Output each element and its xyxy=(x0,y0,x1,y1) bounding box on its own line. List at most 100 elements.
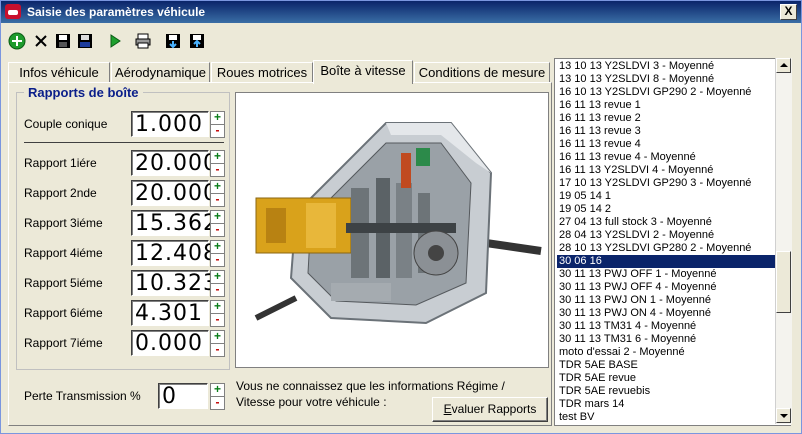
list-item[interactable]: TDR 5AE revuebis xyxy=(557,385,775,398)
tab-roues-motrices[interactable]: Roues motrices xyxy=(211,62,313,83)
print-button[interactable] xyxy=(132,30,154,52)
rapport-6-field[interactable]: 4.301 xyxy=(131,300,209,326)
list-item[interactable]: TDR 5AE revue xyxy=(557,372,775,385)
list-item[interactable]: 30 11 13 PWJ ON 1 - Moyenné xyxy=(557,294,775,307)
export-button[interactable] xyxy=(186,30,208,52)
list-scrollbar[interactable] xyxy=(775,58,792,424)
rapport-7-label: Rapport 7iéme xyxy=(24,336,103,350)
rapport-5-field[interactable]: 10.323 xyxy=(131,270,217,296)
list-item[interactable]: 28 10 13 Y2SLDVI GP280 2 - Moyenné xyxy=(557,242,775,255)
rapport-6-spinner: + - xyxy=(210,300,225,327)
couple-conique-field[interactable]: 1.000 xyxy=(131,111,209,137)
scroll-thumb[interactable] xyxy=(776,251,791,313)
decrement-button[interactable]: - xyxy=(210,313,225,327)
add-icon xyxy=(8,32,26,50)
delete-icon xyxy=(35,35,47,47)
import-button[interactable] xyxy=(162,30,184,52)
decrement-button[interactable]: - xyxy=(210,193,225,207)
car-app-icon xyxy=(5,4,21,19)
list-item[interactable]: 16 11 13 revue 2 xyxy=(557,112,775,125)
rapport-2-label: Rapport 2nde xyxy=(24,186,97,200)
list-item[interactable]: 30 06 16 xyxy=(557,255,775,268)
decrement-button[interactable]: - xyxy=(210,124,225,138)
run-button[interactable] xyxy=(104,30,126,52)
list-item[interactable]: 30 11 13 TM31 6 - Moyenné xyxy=(557,333,775,346)
rapport-3-field[interactable]: 15.362 xyxy=(131,210,217,236)
tab-aerodynamique[interactable]: Aérodynamique xyxy=(111,62,210,83)
perte-transmission-field[interactable]: 0 xyxy=(158,383,208,409)
rapport-1-field[interactable]: 20.000 xyxy=(131,150,217,176)
perte-transmission-label: Perte Transmission % xyxy=(24,389,141,403)
list-item[interactable]: test BV xyxy=(557,411,775,424)
list-item[interactable]: 13 10 13 Y2SLDVI 3 - Moyenné xyxy=(557,60,775,73)
rapport-3-spinner: + - xyxy=(210,210,225,237)
evaluer-rapports-button[interactable]: Evaluer Rapports xyxy=(432,397,548,422)
save-all-button[interactable] xyxy=(74,30,96,52)
print-icon xyxy=(135,33,151,49)
run-icon xyxy=(110,34,121,48)
list-item[interactable]: 30 11 13 PWJ OFF 1 - Moyenné xyxy=(557,268,775,281)
tab-bar: Infos véhicule Aérodynamique Roues motri… xyxy=(8,60,550,84)
list-item[interactable]: 16 10 13 Y2SLDVI GP290 2 - Moyenné xyxy=(557,86,775,99)
rapports-group-title: Rapports de boîte xyxy=(24,85,143,100)
decrement-button[interactable]: - xyxy=(210,343,225,357)
export-icon xyxy=(190,34,204,48)
window-title: Saisie des paramètres véhicule xyxy=(27,5,206,19)
gearbox-cutaway-image xyxy=(236,93,548,367)
scroll-down-button[interactable] xyxy=(776,408,791,423)
list-item[interactable]: 27 04 13 full stock 3 - Moyenné xyxy=(557,216,775,229)
decrement-button[interactable]: - xyxy=(210,253,225,267)
save-button[interactable] xyxy=(52,30,74,52)
tab-infos-vehicule[interactable]: Infos véhicule xyxy=(8,62,110,83)
vehicle-list[interactable]: 13 10 13 Y2SLDVI 3 - Moyenné 13 10 13 Y2S… xyxy=(554,58,791,426)
save-all-icon xyxy=(78,34,92,48)
list-item[interactable]: 16 11 13 revue 4 xyxy=(557,138,775,151)
divider xyxy=(24,142,224,143)
decrement-button[interactable]: - xyxy=(210,396,225,410)
arrow-up-icon xyxy=(780,63,788,67)
list-item[interactable]: TDR mars 14 xyxy=(557,398,775,411)
list-item[interactable]: 30 11 13 PWJ OFF 4 - Moyenné xyxy=(557,281,775,294)
decrement-button[interactable]: - xyxy=(210,223,225,237)
evaluer-hotkey: E xyxy=(443,402,452,416)
delete-button[interactable] xyxy=(30,30,52,52)
rapport-2-field[interactable]: 20.000 xyxy=(131,180,217,206)
list-item[interactable]: 30 11 13 PWJ ON 4 - Moyenné xyxy=(557,307,775,320)
tab-boite-a-vitesse[interactable]: Boîte à vitesse xyxy=(313,60,413,84)
rapport-4-label: Rapport 4iéme xyxy=(24,246,103,260)
list-item[interactable]: 16 11 13 revue 3 xyxy=(557,125,775,138)
list-item[interactable]: 30 11 13 TM31 4 - Moyenné xyxy=(557,320,775,333)
add-button[interactable] xyxy=(6,30,28,52)
list-item[interactable]: 19 05 14 2 xyxy=(557,203,775,216)
evaluer-label: valuer Rapports xyxy=(451,402,537,416)
rapport-1-spinner: + - xyxy=(210,150,225,177)
list-item[interactable]: 19 05 14 1 xyxy=(557,190,775,203)
title-bar: Saisie des paramètres véhicule X xyxy=(1,1,801,23)
list-item[interactable]: TDR 5AE BASE xyxy=(557,359,775,372)
rapport-5-spinner: + - xyxy=(210,270,225,297)
list-item[interactable]: moto d'essai 2 - Moyenné xyxy=(557,346,775,359)
rapport-7-spinner: + - xyxy=(210,330,225,357)
decrement-button[interactable]: - xyxy=(210,163,225,177)
list-item[interactable]: 13 10 13 Y2SLDVI 8 - Moyenné xyxy=(557,73,775,86)
list-item[interactable]: 16 11 13 revue 4 - Moyenné xyxy=(557,151,775,164)
perte-transmission-spinner: + - xyxy=(210,383,225,410)
list-item[interactable]: 16 11 13 Y2SLDVI 4 - Moyenné xyxy=(557,164,775,177)
save-icon xyxy=(56,34,70,48)
rapport-5-label: Rapport 5iéme xyxy=(24,276,103,290)
list-item[interactable]: 28 04 13 Y2SLDVI 2 - Moyenné xyxy=(557,229,775,242)
scroll-up-button[interactable] xyxy=(776,58,791,73)
rapport-2-spinner: + - xyxy=(210,180,225,207)
rapport-4-spinner: + - xyxy=(210,240,225,267)
rapport-6-label: Rapport 6iéme xyxy=(24,306,103,320)
rapport-4-field[interactable]: 12.408 xyxy=(131,240,217,266)
rapport-3-label: Rapport 3iéme xyxy=(24,216,103,230)
close-button[interactable]: X xyxy=(780,4,797,20)
decrement-button[interactable]: - xyxy=(210,283,225,297)
list-item[interactable]: 16 11 13 revue 1 xyxy=(557,99,775,112)
arrow-down-icon xyxy=(780,414,788,418)
tab-conditions-de-mesure[interactable]: Conditions de mesure xyxy=(414,62,550,83)
couple-conique-label: Couple conique xyxy=(24,117,108,131)
list-item[interactable]: 17 10 13 Y2SLDVI GP290 3 - Moyenné xyxy=(557,177,775,190)
rapport-7-field[interactable]: 0.000 xyxy=(131,330,209,356)
